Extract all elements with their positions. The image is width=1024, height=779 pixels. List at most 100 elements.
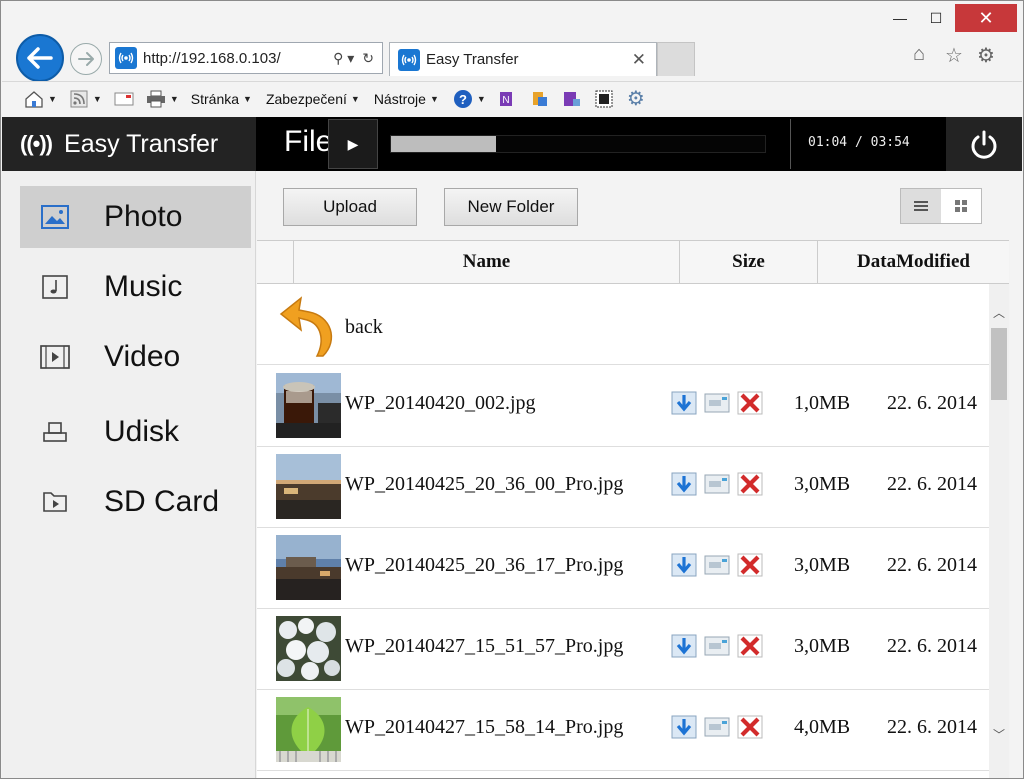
address-bar[interactable]: http://192.168.0.103/ ⚲ ▾ ↻: [109, 42, 383, 74]
maximize-button[interactable]: ☐: [919, 4, 953, 32]
delete-icon[interactable]: [737, 553, 763, 577]
sidebar-item-video[interactable]: Video: [20, 326, 251, 388]
play-button[interactable]: ▶: [328, 119, 378, 169]
file-thumbnail: [276, 454, 341, 519]
scroll-up-icon[interactable]: ︿: [989, 302, 1009, 322]
help-menu[interactable]: ? ▼: [453, 89, 486, 109]
file-size: 3,0MB: [794, 635, 851, 657]
download-icon[interactable]: [671, 715, 697, 739]
file-name[interactable]: WP_20140427_15_51_57_Pro.jpg: [345, 635, 623, 658]
menu-security[interactable]: Zabezpečení ▼: [266, 91, 360, 107]
minimize-button[interactable]: —: [883, 4, 917, 32]
browser-window: — ☐ ✕ http://192.168.0.103/ ⚲ ▾ ↻ Easy T…: [0, 0, 1024, 779]
file-browser: Upload New Folder Name Size DataModified…: [257, 171, 1023, 778]
table-row[interactable]: WP_20140420_002.jpg 1,0MB 22. 6. 2014: [257, 366, 989, 447]
delete-icon[interactable]: [737, 391, 763, 415]
music-icon: [40, 274, 70, 300]
power-button[interactable]: [966, 127, 1002, 163]
download-icon[interactable]: [671, 634, 697, 658]
new-folder-button[interactable]: New Folder: [444, 188, 578, 226]
preview-icon[interactable]: [704, 715, 730, 739]
search-icon[interactable]: ⚲ ▾: [333, 50, 354, 67]
file-name[interactable]: WP_20140425_20_36_00_Pro.jpg: [345, 473, 623, 496]
sidebar-item-music[interactable]: Music: [20, 256, 251, 318]
mail-menu[interactable]: [114, 89, 134, 109]
file-thumbnail: [276, 697, 341, 762]
file-size: 3,0MB: [794, 554, 851, 576]
file-list: back WP_20140420_002.jpg 1,0MB 22. 6. 20…: [257, 284, 989, 778]
column-header-name[interactable]: Name: [293, 241, 679, 283]
back-row[interactable]: back: [257, 284, 989, 365]
power-icon: [971, 130, 997, 159]
file-date: 22. 6. 2014: [887, 473, 977, 495]
preview-icon[interactable]: [704, 472, 730, 496]
download-icon[interactable]: [671, 553, 697, 577]
sidebar-item-label: Music: [104, 270, 183, 303]
preview-icon[interactable]: [704, 553, 730, 577]
list-view-button[interactable]: [901, 189, 941, 223]
download-icon[interactable]: [671, 472, 697, 496]
file-name[interactable]: WP_20140420_002.jpg: [345, 392, 536, 415]
file-thumbnail: [276, 373, 341, 438]
menu-page[interactable]: Stránka ▼: [191, 91, 252, 107]
new-tab-button[interactable]: [657, 42, 695, 76]
refresh-icon[interactable]: ↻: [362, 50, 374, 67]
browser-forward-button[interactable]: [70, 43, 102, 75]
home-menu[interactable]: ▼: [24, 89, 57, 109]
sidebar-item-photo[interactable]: Photo: [20, 186, 251, 248]
app-header: ((•)) Easy Transfer File ▶ 01:04 / 03:54: [2, 117, 1022, 171]
scroll-down-icon[interactable]: ﹀: [989, 724, 1009, 744]
list-view-icon: [914, 201, 928, 211]
vertical-scrollbar[interactable]: ︿ ﹀: [989, 284, 1009, 778]
chevron-down-icon: ▼: [350, 93, 360, 104]
delete-icon[interactable]: [737, 715, 763, 739]
addon-button-1[interactable]: [530, 89, 550, 109]
print-menu[interactable]: ▼: [146, 89, 179, 109]
close-window-button[interactable]: ✕: [955, 4, 1017, 32]
settings-gear-icon[interactable]: ⚙: [977, 43, 995, 68]
help-icon: ?: [453, 89, 473, 109]
svg-text:N: N: [502, 95, 509, 106]
favorites-star-icon[interactable]: ☆: [945, 43, 963, 68]
file-thumbnail: [276, 616, 341, 681]
tab-close-icon[interactable]: ✕: [632, 50, 646, 70]
progress-bar[interactable]: [390, 135, 766, 153]
scrollbar-thumb[interactable]: [991, 328, 1007, 400]
file-name[interactable]: WP_20140425_20_36_17_Pro.jpg: [345, 554, 623, 577]
grid-view-button[interactable]: [941, 189, 981, 223]
view-toggle: [900, 188, 982, 224]
download-icon[interactable]: [671, 391, 697, 415]
column-header-size[interactable]: Size: [679, 241, 817, 283]
home-icon[interactable]: ⌂: [913, 43, 925, 66]
sidebar-item-udisk[interactable]: Udisk: [20, 401, 251, 463]
delete-icon[interactable]: [737, 634, 763, 658]
preview-icon[interactable]: [704, 634, 730, 658]
menu-tools[interactable]: Nástroje ▼: [374, 91, 439, 107]
table-row[interactable]: WP_20140425_20_36_17_Pro.jpg 3,0MB 22. 6…: [257, 528, 989, 609]
media-player: File ▶ 01:04 / 03:54: [256, 117, 946, 171]
preview-icon[interactable]: [704, 391, 730, 415]
tab-site-icon: [398, 48, 420, 71]
tab-easy-transfer[interactable]: Easy Transfer ✕: [389, 42, 657, 76]
browser-back-button[interactable]: [16, 34, 64, 82]
addon-settings-button[interactable]: ⚙: [626, 88, 646, 110]
table-row[interactable]: WP_20140427_15_51_57_Pro.jpg 3,0MB 22. 6…: [257, 609, 989, 690]
file-name[interactable]: WP_20140427_15_58_14_Pro.jpg: [345, 716, 623, 739]
onenote-send-button[interactable]: [562, 89, 582, 109]
delete-icon[interactable]: [737, 472, 763, 496]
home-icon: [24, 89, 44, 109]
file-size: 3,0MB: [794, 473, 851, 495]
upload-button[interactable]: Upload: [283, 188, 417, 226]
table-row[interactable]: WP_20140427_15_58_14_Pro.jpg 4,0MB 22. 6…: [257, 690, 989, 771]
site-icon: [115, 47, 137, 69]
table-row[interactable]: WP_20140425_20_36_00_Pro.jpg 3,0MB 22. 6…: [257, 447, 989, 528]
feeds-menu[interactable]: ▼: [69, 89, 102, 109]
progress-fill: [391, 136, 496, 152]
sidebar-item-sd-card[interactable]: SD Card: [20, 471, 251, 533]
addon-button-2[interactable]: [594, 89, 614, 109]
onenote-button[interactable]: N: [498, 89, 518, 109]
column-header-modified[interactable]: DataModified: [817, 241, 1009, 283]
url-text[interactable]: http://192.168.0.103/: [143, 50, 333, 67]
play-icon: ▶: [347, 135, 359, 152]
file-date: 22. 6. 2014: [887, 554, 977, 576]
